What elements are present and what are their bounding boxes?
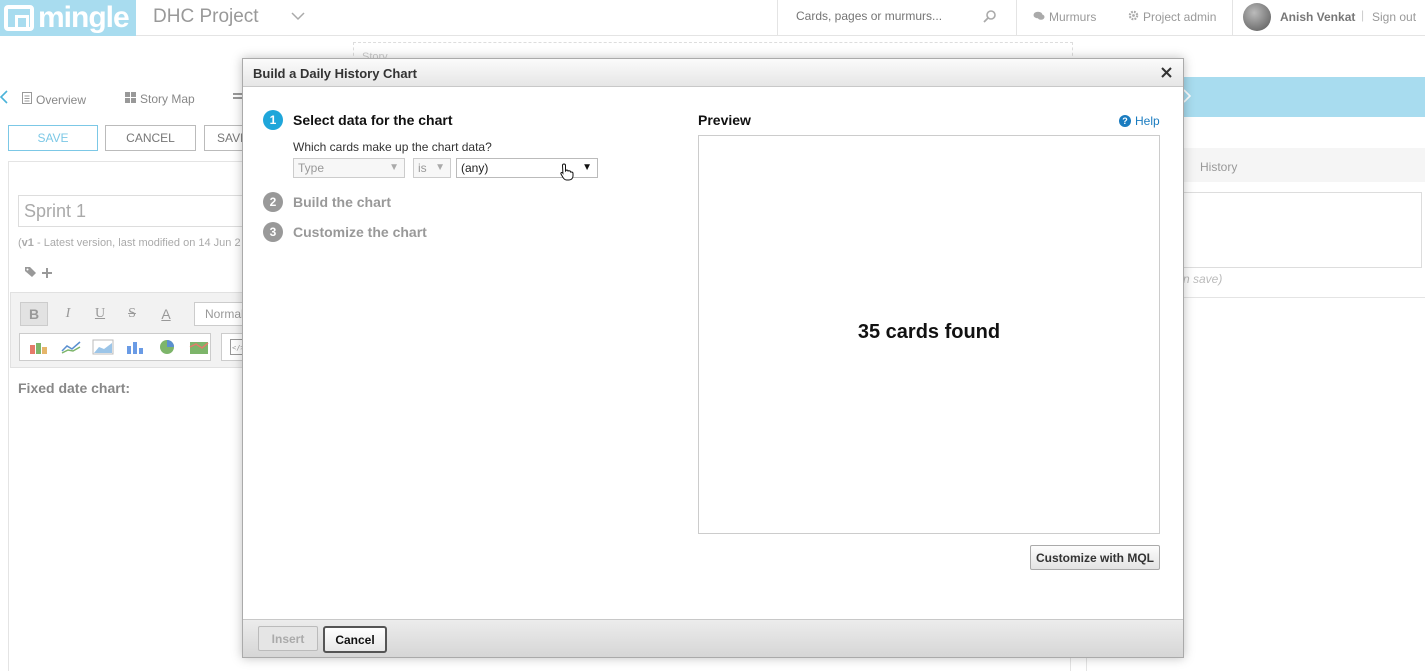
gear-icon [1128, 10, 1139, 24]
close-icon[interactable] [1157, 63, 1175, 81]
divider: | [1361, 8, 1365, 22]
operator-select-value: is [418, 161, 427, 175]
dropdown-arrow-icon: ▼ [435, 162, 445, 173]
version-text: - Latest version, last modified on 14 Ju… [33, 237, 241, 249]
font-color-button[interactable]: A [152, 302, 180, 326]
strikethrough-button[interactable]: S [118, 302, 146, 326]
save-button[interactable]: SAVE [8, 125, 98, 151]
dropdown-arrow-icon: ▼ [582, 162, 592, 173]
property-select[interactable]: Type ▼ [293, 158, 405, 178]
line-chart-icon[interactable] [60, 339, 82, 355]
area-chart-icon[interactable] [92, 339, 114, 355]
avatar[interactable] [1243, 3, 1271, 31]
operator-select[interactable]: is ▼ [413, 158, 451, 178]
italic-button[interactable]: I [54, 302, 82, 326]
dropdown-arrow-icon: ▼ [389, 162, 399, 173]
chart-data-question: Which cards make up the chart data? [293, 140, 492, 154]
project-admin-link[interactable]: Project admin [1128, 10, 1216, 24]
speech-bubble-icon [1033, 10, 1045, 24]
value-select-value: (any) [461, 161, 489, 175]
cancel-button[interactable]: CANCEL [105, 125, 196, 151]
data-series-chart-icon[interactable] [188, 339, 210, 355]
bold-button[interactable]: B [20, 302, 48, 326]
search-area [777, 0, 1017, 36]
chevron-right-icon[interactable] [1183, 89, 1192, 106]
tag-row [24, 266, 52, 281]
tab-history[interactable]: History [1183, 148, 1425, 182]
chevron-down-icon[interactable] [291, 8, 305, 24]
top-bar: mingle DHC Project Murmurs Project admin… [0, 0, 1425, 36]
sign-out-link[interactable]: Sign out [1372, 10, 1416, 24]
step-3-number: 3 [263, 222, 283, 242]
help-link[interactable]: ? Help [1119, 114, 1160, 128]
fixed-date-chart-heading: Fixed date chart: [18, 380, 131, 396]
history-tab-label: History [1200, 160, 1238, 174]
bar-chart-icon[interactable] [124, 339, 146, 355]
hand-cursor-icon [560, 163, 574, 186]
side-panel-header [1183, 77, 1425, 117]
preview-panel: 35 cards found [698, 135, 1160, 534]
stacked-bar-chart-icon[interactable] [28, 339, 50, 355]
help-icon: ? [1119, 115, 1131, 127]
step-3-label[interactable]: Customize the chart [293, 224, 427, 240]
step-1-number: 1 [263, 110, 283, 130]
version-note: (v1 - Latest version, last modified on 1… [18, 237, 241, 249]
property-select-value: Type [298, 161, 325, 175]
nav-item-label: Story Map [140, 92, 195, 106]
divider [1183, 297, 1425, 298]
version-number: v1 [21, 237, 34, 249]
search-icon[interactable] [983, 9, 997, 26]
add-tag-icon[interactable] [42, 266, 52, 281]
grid-icon [125, 92, 136, 106]
page-icon [22, 92, 32, 107]
pie-chart-icon[interactable] [156, 339, 178, 355]
card-title-field[interactable]: Sprint 1 [18, 195, 258, 227]
customize-with-mql-button[interactable]: Customize with MQL [1030, 545, 1160, 570]
project-title[interactable]: DHC Project [153, 6, 259, 28]
tag-icon[interactable] [24, 266, 38, 281]
logo-text: mingle [38, 1, 130, 34]
step-2-label[interactable]: Build the chart [293, 194, 391, 210]
chevron-left-icon[interactable] [0, 90, 8, 107]
preview-title: Preview [698, 112, 751, 128]
on-save-note: n save) [1183, 272, 1223, 286]
sub-navigation: Overview Story Map [0, 84, 245, 114]
nav-item-story-map[interactable]: Story Map [125, 92, 195, 106]
value-select[interactable]: (any) ▼ [456, 158, 598, 178]
logo-mark-icon [4, 5, 34, 31]
murmurs-link[interactable]: Murmurs [1033, 10, 1096, 24]
dialog-cancel-button[interactable]: Cancel [323, 626, 387, 653]
nav-item-overview[interactable]: Overview [22, 92, 86, 107]
murmurs-label: Murmurs [1049, 10, 1097, 24]
project-admin-label: Project admin [1143, 10, 1217, 24]
mingle-logo[interactable]: mingle [0, 0, 136, 36]
nav-item-label: Overview [36, 92, 87, 107]
divider [1232, 0, 1233, 36]
step-1-label[interactable]: Select data for the chart [293, 112, 453, 128]
editor-toolbar: B I U S A Normal </> [10, 292, 254, 368]
insert-button[interactable]: Insert [258, 626, 318, 651]
cards-found-count: 35 cards found [857, 321, 1001, 343]
dialog-footer: Insert Cancel [243, 619, 1183, 657]
daily-history-chart-dialog: Build a Daily History Chart 1 Select dat… [242, 58, 1184, 658]
user-name[interactable]: Anish Venkat [1280, 10, 1355, 24]
help-label: Help [1135, 114, 1160, 128]
comment-box[interactable] [1183, 192, 1422, 268]
step-2-number: 2 [263, 192, 283, 212]
chart-macro-group [19, 333, 211, 361]
search-input[interactable] [796, 9, 986, 23]
underline-button[interactable]: U [86, 302, 114, 326]
dialog-title: Build a Daily History Chart [253, 66, 417, 81]
dialog-header: Build a Daily History Chart [243, 59, 1183, 87]
